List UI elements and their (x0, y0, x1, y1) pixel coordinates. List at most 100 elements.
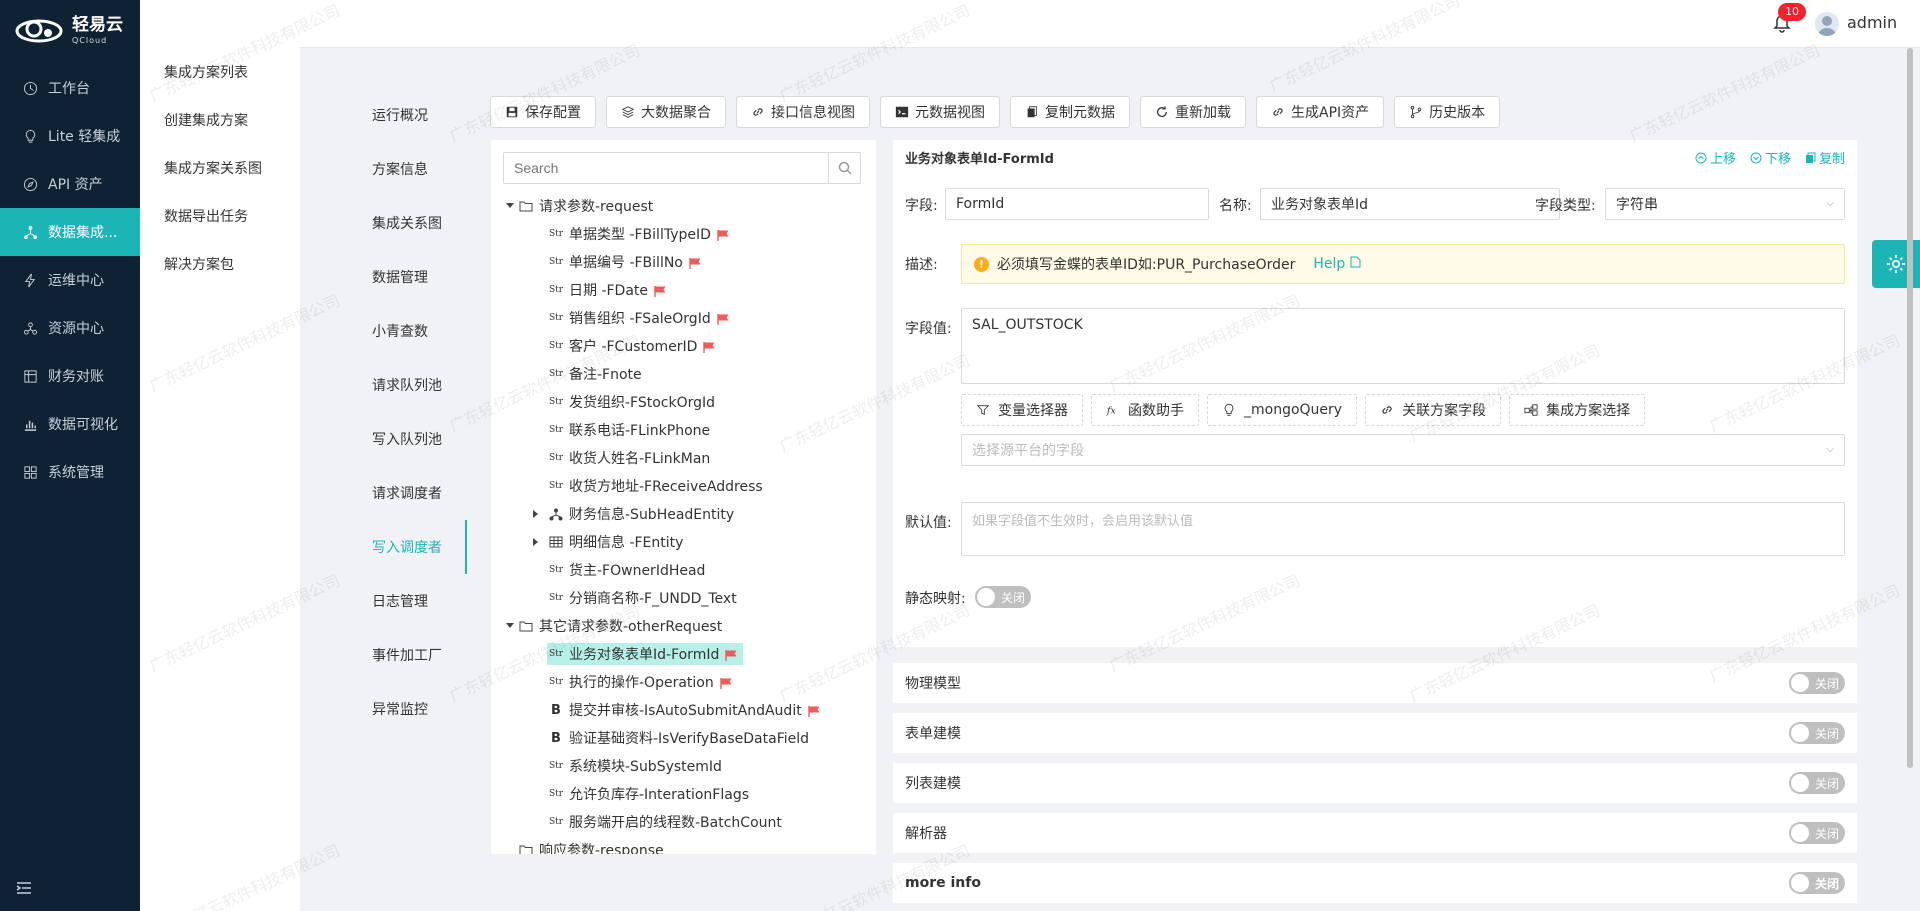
tree-node[interactable]: Str 执行的操作-Operation (491, 668, 876, 696)
tree-node-body: 财务信息-SubHeadEntity (547, 503, 740, 525)
value-helper-button[interactable]: 关联方案字段 (1365, 394, 1502, 426)
tree-node[interactable]: 财务信息-SubHeadEntity (491, 500, 876, 528)
brand-logo[interactable]: 轻易云 QCloud (0, 0, 140, 62)
toolbar-button[interactable]: 大数据聚合 (606, 96, 726, 128)
tab-item[interactable]: 写入调度者 (352, 520, 467, 574)
subnav-item[interactable]: 数据导出任务 (140, 192, 300, 240)
subnav-item[interactable]: 创建集成方案 (140, 96, 300, 144)
toolbar-button[interactable]: 接口信息视图 (736, 96, 870, 128)
tab-item[interactable]: 方案信息 (352, 142, 467, 196)
copy-button[interactable]: 复制 (1805, 148, 1845, 167)
caret-right-icon[interactable] (529, 538, 543, 546)
move-up-button[interactable]: 上移 (1695, 148, 1736, 167)
tree-node[interactable]: Str 发货组织-FStockOrgId (491, 388, 876, 416)
type-select[interactable]: 字符串 ⌵ (1605, 188, 1845, 220)
name-input[interactable]: 业务对象表单Id (1260, 188, 1560, 220)
value-textarea[interactable]: SAL_OUTSTOCK (961, 308, 1845, 384)
tab-item[interactable]: 请求调度者 (352, 466, 467, 520)
search-icon[interactable] (828, 153, 860, 183)
tab-item[interactable]: 请求队列池 (352, 358, 467, 412)
caret-down-icon[interactable] (503, 203, 517, 209)
username[interactable]: admin (1847, 13, 1897, 32)
toolbar-button[interactable]: 历史版本 (1394, 96, 1501, 128)
subnav-item[interactable]: 集成方案关系图 (140, 144, 300, 192)
scrollbar-thumb[interactable] (1907, 48, 1913, 768)
collapsible-section[interactable]: 表单建模 关闭 (893, 713, 1857, 753)
tree-node[interactable]: Str 收货人姓名-FLinkMan (491, 444, 876, 472)
sidebar-item[interactable]: 财务对账 (0, 352, 140, 400)
tree-node[interactable]: 明细信息 -FEntity (491, 528, 876, 556)
value-helper-button[interactable]: 变量选择器 (961, 394, 1083, 426)
section-switch[interactable]: 关闭 (1789, 822, 1845, 844)
tree-node[interactable]: 请求参数-request (491, 192, 876, 220)
tree-node[interactable]: Str 业务对象表单Id-FormId (491, 640, 876, 668)
value-helper-button[interactable]: 集成方案选择 (1509, 394, 1646, 426)
switch-knob (1791, 674, 1809, 692)
subnav-item[interactable]: 集成方案列表 (140, 48, 300, 96)
move-down-button[interactable]: 下移 (1750, 148, 1791, 167)
tab-item[interactable]: 日志管理 (352, 574, 467, 628)
toolbar-button[interactable]: 保存配置 (490, 96, 596, 128)
value-helper-button[interactable]: fx 函数助手 (1091, 394, 1199, 426)
tree-node[interactable]: 响应参数-response (491, 836, 876, 854)
sidebar-item[interactable]: Lite 轻集成 (0, 112, 140, 160)
tree-node[interactable]: Str 货主-FOwnerIdHead (491, 556, 876, 584)
tab-item[interactable]: 运行概况 (352, 88, 467, 142)
tree-node[interactable]: Str 日期 -FDate (491, 276, 876, 304)
form-actions: 上移 下移 复制 (1695, 148, 1845, 167)
sidebar-item[interactable]: 工作台 (0, 64, 140, 112)
collapsible-section[interactable]: 物理模型 关闭 (893, 663, 1857, 703)
tree-node[interactable]: Str 单据类型 -FBillTypeID (491, 220, 876, 248)
sidebar-item[interactable]: 资源中心 (0, 304, 140, 352)
caret-down-icon[interactable] (503, 623, 517, 629)
search-input[interactable] (504, 153, 828, 183)
toolbar-button[interactable]: 复制元数据 (1010, 96, 1130, 128)
value-helper-button[interactable]: _mongoQuery (1207, 394, 1358, 426)
tree-node[interactable]: Str 单据编号 -FBillNo (491, 248, 876, 276)
tree-node[interactable]: Str 备注-Fnote (491, 360, 876, 388)
collapsible-section[interactable]: more info 关闭 (893, 863, 1857, 903)
tree-node[interactable]: Str 系统模块-SubSystemId (491, 752, 876, 780)
toolbar-button[interactable]: 生成API资产 (1256, 96, 1385, 128)
caret-right-icon[interactable] (529, 510, 543, 518)
tree-node[interactable]: B 提交并审核-IsAutoSubmitAndAudit (491, 696, 876, 724)
section-switch[interactable]: 关闭 (1789, 722, 1845, 744)
tree-node[interactable]: Str 服务端开启的线程数-BatchCount (491, 808, 876, 836)
tab-item[interactable]: 数据管理 (352, 250, 467, 304)
static-mapping-switch[interactable]: 关闭 (975, 586, 1031, 608)
tree-node[interactable]: Str 允许负库存-InterationFlags (491, 780, 876, 808)
sidebar-item[interactable]: 系统管理 (0, 448, 140, 496)
sidebar-item[interactable]: 数据集成... (0, 208, 140, 256)
tab-item[interactable]: 事件加工厂 (352, 628, 467, 682)
sidebar-item[interactable]: 数据可视化 (0, 400, 140, 448)
tree-node[interactable]: Str 客户 -FCustomerID (491, 332, 876, 360)
tab-item[interactable]: 集成关系图 (352, 196, 467, 250)
tab-item[interactable]: 异常监控 (352, 682, 467, 736)
section-switch[interactable]: 关闭 (1789, 772, 1845, 794)
collapsible-section[interactable]: 列表建模 关闭 (893, 763, 1857, 803)
sidebar-item[interactable]: API 资产 (0, 160, 140, 208)
required-flag-icon (717, 229, 729, 241)
default-textarea[interactable]: 如果字段值不生效时，会启用该默认值 (961, 502, 1845, 556)
source-field-select[interactable]: 选择源平台的字段 ⌵ (961, 434, 1845, 466)
toolbar-button[interactable]: 元数据视图 (880, 96, 1000, 128)
collapsible-section[interactable]: 解析器 关闭 (893, 813, 1857, 853)
section-switch[interactable]: 关闭 (1789, 872, 1845, 894)
page-scrollbar[interactable] (1905, 48, 1915, 768)
tree-node[interactable]: Str 分销商名称-F_UNDD_Text (491, 584, 876, 612)
tab-item[interactable]: 写入队列池 (352, 412, 467, 466)
tree-node[interactable]: Str 收货方地址-FReceiveAddress (491, 472, 876, 500)
field-input[interactable]: FormId (945, 188, 1209, 220)
tree-node[interactable]: B 验证基础资料-IsVerifyBaseDataField (491, 724, 876, 752)
tree-node[interactable]: Str 联系电话-FLinkPhone (491, 416, 876, 444)
toolbar-button[interactable]: 重新加载 (1140, 96, 1246, 128)
collapse-menu-icon[interactable] (16, 880, 32, 899)
sidebar-item[interactable]: 运维中心 (0, 256, 140, 304)
tab-item[interactable]: 小青查数 (352, 304, 467, 358)
section-switch[interactable]: 关闭 (1789, 672, 1845, 694)
subnav-item[interactable]: 解决方案包 (140, 240, 300, 288)
avatar[interactable] (1815, 12, 1839, 36)
help-link[interactable]: Help (1313, 256, 1361, 272)
tree-node[interactable]: 其它请求参数-otherRequest (491, 612, 876, 640)
tree-node[interactable]: Str 销售组织 -FSaleOrgId (491, 304, 876, 332)
